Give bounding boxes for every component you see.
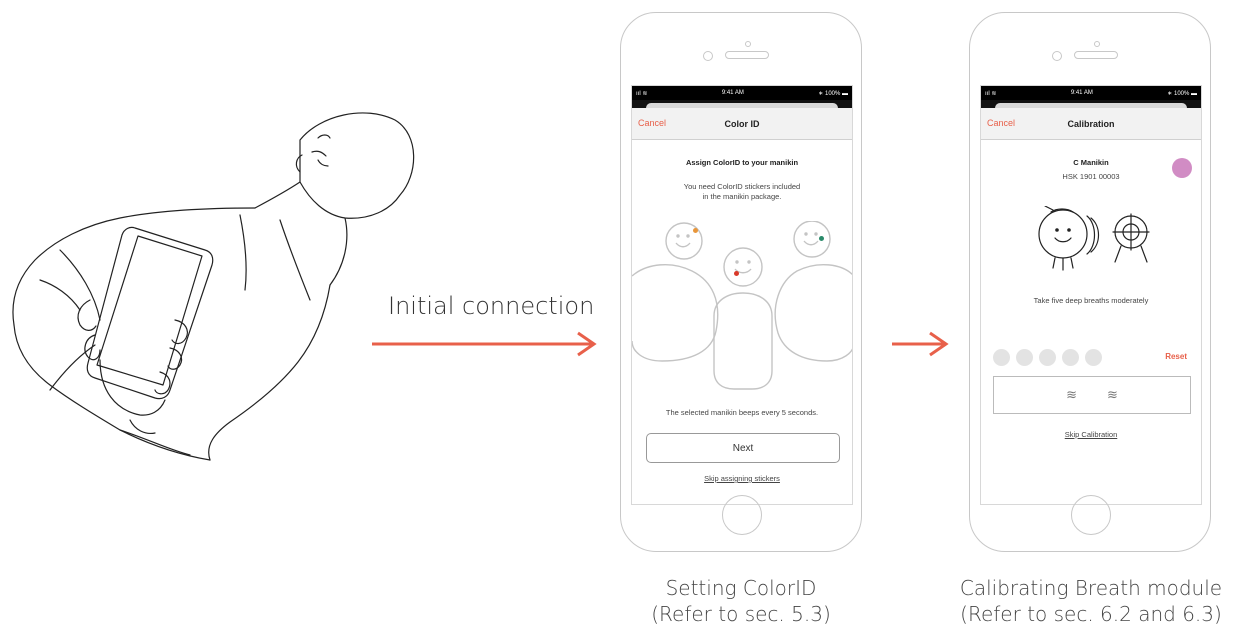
battery-icon: ∗ 100% ▬ (818, 90, 848, 97)
breath-progress-dot (1062, 349, 1079, 366)
next-button[interactable]: Next (646, 433, 840, 463)
status-time: 9:41 AM (721, 90, 744, 96)
caption-colorid: Setting ColorID (Refer to sec. 5.3) (600, 575, 882, 627)
reset-button[interactable]: Reset (1165, 352, 1187, 361)
home-button[interactable] (722, 495, 762, 535)
sheet-backdrop (632, 100, 852, 108)
assign-heading: Assign ColorID to your manikin (685, 158, 799, 167)
home-button[interactable] (1071, 495, 1111, 535)
sticker-desc-line2: in the manikin package. (702, 192, 782, 201)
status-time: 9:41 AM (1070, 90, 1093, 96)
phone-speaker (1074, 51, 1118, 59)
cancel-button[interactable]: Cancel (638, 118, 666, 128)
sticker-dot-green (819, 236, 824, 241)
phone-sensor (1094, 41, 1100, 47)
breath-progress-dot (993, 349, 1010, 366)
breath-progress (993, 349, 1102, 366)
status-bar: ııl ≋ 9:41 AM ∗ 100% ▬ (981, 86, 1201, 100)
initial-connection-label: Initial connection (388, 292, 595, 320)
beep-notice: The selected manikin beeps every 5 secon… (665, 408, 819, 417)
manikin-name: C Manikin (1073, 158, 1109, 167)
battery-icon: ∗ 100% ▬ (1167, 90, 1197, 97)
nav-bar: Cancel Color ID (632, 108, 852, 140)
cancel-button[interactable]: Cancel (987, 118, 1015, 128)
caption-colorid-line1: Setting ColorID (665, 576, 817, 600)
breath-progress-dot (1085, 349, 1102, 366)
sticker-dot-red (734, 271, 739, 276)
manikin-serial: HSK 1901 00003 (1062, 172, 1120, 181)
manikins-illustration (632, 221, 852, 390)
calibration-screen: ııl ≋ 9:41 AM ∗ 100% ▬ Cancel Calibratio… (980, 85, 1202, 505)
status-bar: ııl ≋ 9:41 AM ∗ 100% ▬ (632, 86, 852, 100)
caption-calibration: Calibrating Breath module (Refer to sec.… (946, 575, 1236, 627)
skip-calibration-link[interactable]: Skip Calibration (981, 430, 1201, 439)
caption-calibration-line1: Calibrating Breath module (959, 576, 1223, 600)
screen-title: Calibration (1067, 118, 1115, 129)
breath-instruction: Take five deep breaths moderately (1033, 296, 1149, 305)
caption-calibration-line2: (Refer to sec. 6.2 and 6.3) (960, 602, 1222, 626)
breath-indicator-box: ≋ ≋ (993, 376, 1191, 414)
phone-camera (1052, 51, 1062, 61)
manikin-phone-illustration (12, 112, 415, 461)
color-id-screen: ııl ≋ 9:41 AM ∗ 100% ▬ Cancel Color ID A… (631, 85, 853, 505)
skip-assigning-link[interactable]: Skip assigning stickers (632, 474, 852, 483)
breath-wind-icon: ≋ (1066, 387, 1077, 402)
manikin-color-indicator (1172, 158, 1192, 178)
signal-icon: ııl ≋ (636, 90, 648, 97)
breath-progress-dot (1039, 349, 1056, 366)
phone-speaker (725, 51, 769, 59)
sheet-backdrop (981, 100, 1201, 108)
phone-camera (703, 51, 713, 61)
arrow-right-icon (892, 331, 949, 357)
phone-sensor (745, 41, 751, 47)
breathing-illustration (1038, 206, 1150, 271)
arrow-right-icon (372, 331, 597, 357)
sticker-desc-line1: You need ColorID stickers included (683, 182, 801, 191)
signal-icon: ııl ≋ (985, 90, 997, 97)
breath-progress-dot (1016, 349, 1033, 366)
sticker-dot-orange (693, 228, 698, 233)
screen-title: Color ID (724, 118, 760, 129)
phone-color-id: ııl ≋ 9:41 AM ∗ 100% ▬ Cancel Color ID A… (620, 12, 862, 552)
breath-wind-icon: ≋ (1107, 387, 1118, 402)
nav-bar: Cancel Calibration (981, 108, 1201, 140)
caption-colorid-line2: (Refer to sec. 5.3) (651, 602, 831, 626)
phone-calibration: ııl ≋ 9:41 AM ∗ 100% ▬ Cancel Calibratio… (969, 12, 1211, 552)
